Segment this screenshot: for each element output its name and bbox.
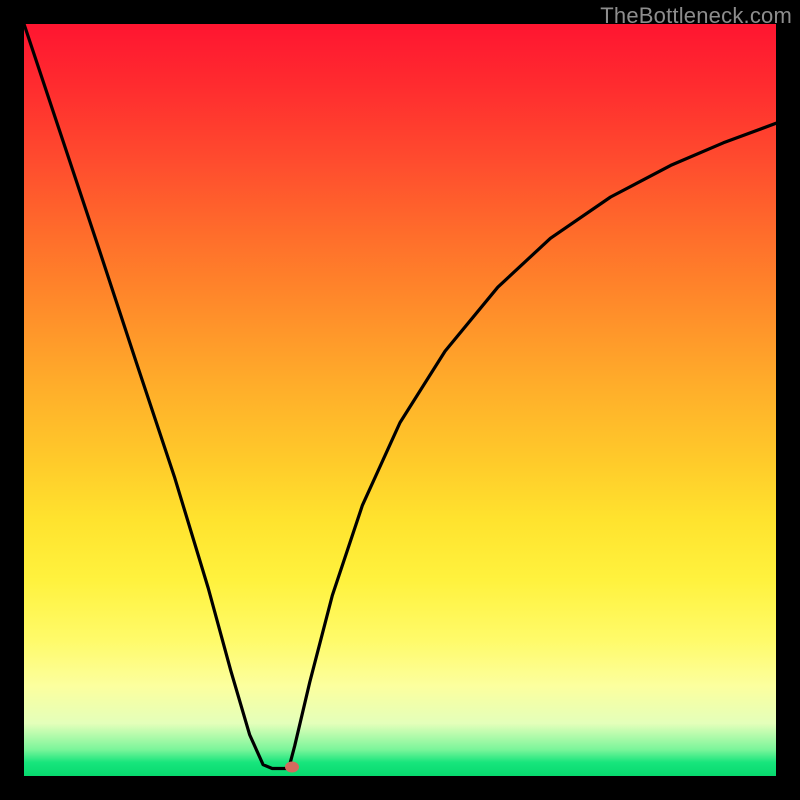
minimum-marker: [285, 761, 299, 772]
curve-path: [24, 24, 776, 769]
chart-stage: TheBottleneck.com: [0, 0, 800, 800]
plot-area: [24, 24, 776, 776]
bottleneck-curve: [24, 24, 776, 776]
